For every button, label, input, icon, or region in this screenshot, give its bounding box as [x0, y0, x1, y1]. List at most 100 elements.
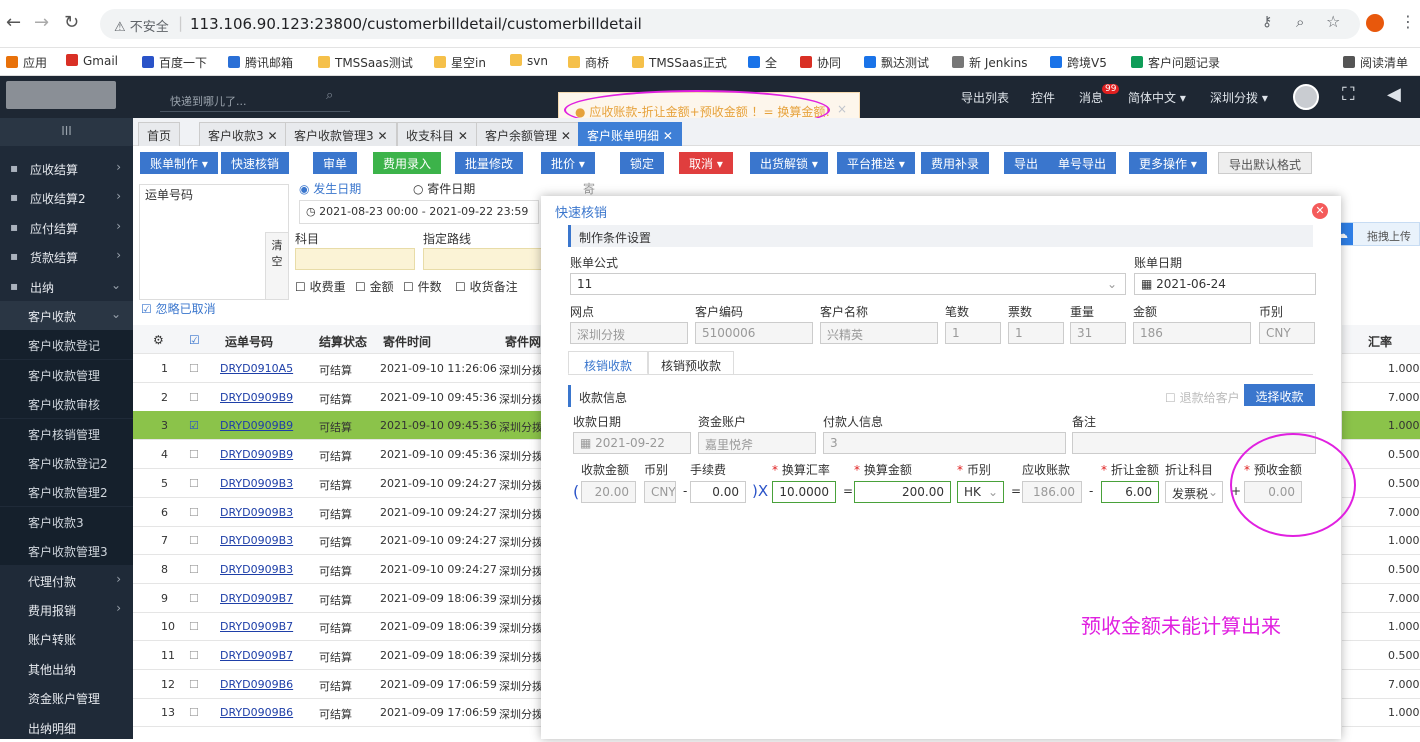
- bookmark-4[interactable]: TMSSaas测试: [318, 54, 413, 71]
- search-icon[interactable]: ⌕: [326, 88, 333, 103]
- grid-header-waybill[interactable]: 运单号码: [225, 333, 273, 350]
- bookmark-6[interactable]: svn: [510, 54, 548, 68]
- quick-search-input[interactable]: 快递到哪儿了...: [160, 88, 350, 112]
- toolbar-button-7[interactable]: 取消 ▾: [679, 152, 733, 174]
- grid-header-status[interactable]: 结算状态: [319, 333, 367, 350]
- select-all-checkbox[interactable]: ☑: [189, 333, 200, 347]
- row-checkbox[interactable]: ☐: [189, 678, 199, 691]
- sidebar-item-3[interactable]: ▪ 货款结算 ›: [0, 242, 133, 271]
- clear-button[interactable]: 清空: [265, 232, 289, 300]
- row-waybill[interactable]: DRYD0909B7: [220, 620, 293, 633]
- bookmark-0[interactable]: 应用: [6, 54, 47, 71]
- toolbar-button-4[interactable]: 批量修改: [455, 152, 524, 174]
- rate-input[interactable]: 10.0000: [772, 481, 836, 503]
- reload-icon[interactable]: ↻: [64, 12, 79, 33]
- recv-currency-input[interactable]: CNY: [644, 481, 676, 503]
- toolbar-button-0[interactable]: 账单制作 ▾: [140, 152, 218, 174]
- sidebar-item-4[interactable]: ▪ 出纳 ⌄: [0, 272, 133, 301]
- controls-link[interactable]: 控件: [1031, 89, 1055, 106]
- ignore-cancelled-check[interactable]: ☑ 忽略已取消: [141, 300, 216, 317]
- table-row[interactable]: 11 ☐ DRYD0909B7 可结算 2021-09-09 18:06:39 深圳分拨: [133, 641, 553, 670]
- discount-subject-select[interactable]: 发票税 ⌄: [1165, 481, 1223, 503]
- tab-1[interactable]: 客户收款3 ✕: [199, 122, 287, 146]
- conv-currency-select[interactable]: HK ⌄: [957, 481, 1004, 503]
- send-date-radio[interactable]: ◉ 发生日期: [299, 180, 361, 197]
- row-waybill[interactable]: DRYD0909B6: [220, 706, 293, 719]
- tab-4[interactable]: 客户余额管理 ✕: [476, 122, 580, 146]
- row-waybill[interactable]: DRYD0909B7: [220, 649, 293, 662]
- language-select[interactable]: 简体中文 ▾: [1128, 89, 1186, 106]
- bookmark-12[interactable]: 新 Jenkins: [952, 54, 1027, 71]
- sidebar-item-13[interactable]: 客户收款管理3: [0, 536, 133, 566]
- fullscreen-icon[interactable]: ⛶: [1342, 84, 1355, 105]
- menu-icon[interactable]: ⋮: [1400, 12, 1416, 31]
- table-row[interactable]: 1 ☐ DRYD0910A5 可结算 2021-09-10 11:26:06 深圳分拨: [133, 354, 553, 383]
- branch-select[interactable]: 深圳分拨 ▾: [1210, 89, 1268, 106]
- row-checkbox[interactable]: ☐: [189, 477, 199, 490]
- toolbar-button-3[interactable]: 费用录入: [373, 152, 442, 174]
- sidebar-item-10[interactable]: 客户收款登记2: [0, 448, 133, 477]
- converted-amount-input[interactable]: 200.00: [854, 481, 951, 503]
- row-checkbox[interactable]: ☐: [189, 506, 199, 519]
- bookmark-14[interactable]: 客户问题记录: [1131, 54, 1220, 71]
- sidebar-item-0[interactable]: ▪ 应收结算 ›: [0, 154, 133, 183]
- row-checkbox[interactable]: ☐: [189, 448, 199, 461]
- toolbar-button-12[interactable]: 单号导出: [1048, 152, 1117, 174]
- choose-receipt-button[interactable]: 选择收款: [1244, 384, 1315, 406]
- sidebar-item-2[interactable]: ▪ 应付结算 ›: [0, 213, 133, 242]
- toolbar-button-10[interactable]: 费用补录: [921, 152, 990, 174]
- url-text[interactable]: 113.106.90.123:23800/customerbilldetail/…: [190, 15, 642, 33]
- recv-amount-input[interactable]: 20.00: [581, 481, 636, 503]
- row-waybill[interactable]: DRYD0910A5: [220, 362, 293, 375]
- star-icon[interactable]: ☆: [1326, 12, 1340, 31]
- sidebar-item-11[interactable]: 客户收款管理2: [0, 477, 133, 507]
- row-checkbox[interactable]: ☐: [189, 563, 199, 576]
- tab-2[interactable]: 客户收款管理3 ✕: [285, 122, 397, 146]
- back-icon[interactable]: ←: [6, 12, 21, 33]
- tab-writeoff[interactable]: 核销收款: [568, 351, 648, 375]
- tab-3[interactable]: 收支科目 ✕: [397, 122, 477, 146]
- bookmark-11[interactable]: 飘达测试: [864, 54, 929, 71]
- check-pieces[interactable]: ☐ 件数: [403, 278, 442, 295]
- tab-close-icon[interactable]: ✕: [557, 129, 571, 143]
- info-value-6[interactable]: 186: [1133, 322, 1251, 344]
- table-row[interactable]: 5 ☐ DRYD0909B3 可结算 2021-09-10 09:24:27 深圳分拨: [133, 469, 553, 498]
- toolbar-button-5[interactable]: 批价 ▾: [541, 152, 595, 174]
- bookmark-3[interactable]: 腾讯邮箱: [228, 54, 293, 71]
- toolbar-button-14[interactable]: 导出默认格式: [1218, 152, 1313, 174]
- toolbar-button-6[interactable]: 锁定: [620, 152, 665, 174]
- bookmark-8[interactable]: TMSSaas正式: [632, 54, 727, 71]
- row-checkbox[interactable]: ☐: [189, 534, 199, 547]
- row-checkbox[interactable]: ☐: [189, 362, 199, 375]
- info-value-5[interactable]: 31: [1070, 322, 1126, 344]
- bookmark-1[interactable]: Gmail: [66, 54, 118, 68]
- table-row[interactable]: 3 ☑ DRYD0909B9 可结算 2021-09-10 09:45:36 深圳分拨: [133, 411, 553, 441]
- fund-account-input[interactable]: 嘉里悦斧: [698, 432, 816, 454]
- row-waybill[interactable]: DRYD0909B3: [220, 477, 293, 490]
- settings-icon[interactable]: ⚙: [153, 333, 164, 347]
- info-value-2[interactable]: 兴精英: [820, 322, 938, 344]
- bookmark-10[interactable]: 协同: [800, 54, 841, 71]
- row-checkbox[interactable]: ☐: [189, 706, 199, 719]
- tab-close-icon[interactable]: ✕: [659, 129, 673, 143]
- forward-icon[interactable]: →: [34, 12, 49, 33]
- sidebar-item-15[interactable]: 费用报销 ›: [0, 595, 133, 624]
- bookmark-7[interactable]: 商桥: [568, 54, 609, 71]
- bill-date-input[interactable]: ▦ 2021-06-24: [1134, 273, 1316, 295]
- key-icon[interactable]: ⚷: [1262, 14, 1272, 30]
- toolbar-button-11[interactable]: 导出: [1004, 152, 1049, 174]
- bookmark-2[interactable]: 百度一下: [142, 54, 207, 71]
- tab-close-icon[interactable]: ✕: [374, 129, 387, 143]
- row-waybill[interactable]: DRYD0909B3: [220, 506, 293, 519]
- tab-prepay[interactable]: 核销预收款: [648, 351, 734, 375]
- date-range-input[interactable]: ◷ 2021-08-23 00:00 - 2021-09-22 23:59: [299, 200, 539, 224]
- sidebar-item-5[interactable]: 客户收款 ⌄: [0, 301, 133, 330]
- bookmark-13[interactable]: 跨境V5: [1050, 54, 1107, 71]
- fee-input[interactable]: 0.00: [690, 481, 746, 503]
- receivable-input[interactable]: 186.00: [1022, 481, 1082, 503]
- table-row[interactable]: 2 ☐ DRYD0909B9 可结算 2021-09-10 09:45:36 深圳分拨: [133, 383, 553, 412]
- table-row[interactable]: 10 ☐ DRYD0909B7 可结算 2021-09-09 18:06:39 深圳分拨: [133, 612, 553, 642]
- subject-select[interactable]: [295, 248, 415, 270]
- toolbar-button-2[interactable]: 审单: [313, 152, 358, 174]
- zoom-icon[interactable]: ⌕: [1296, 13, 1304, 31]
